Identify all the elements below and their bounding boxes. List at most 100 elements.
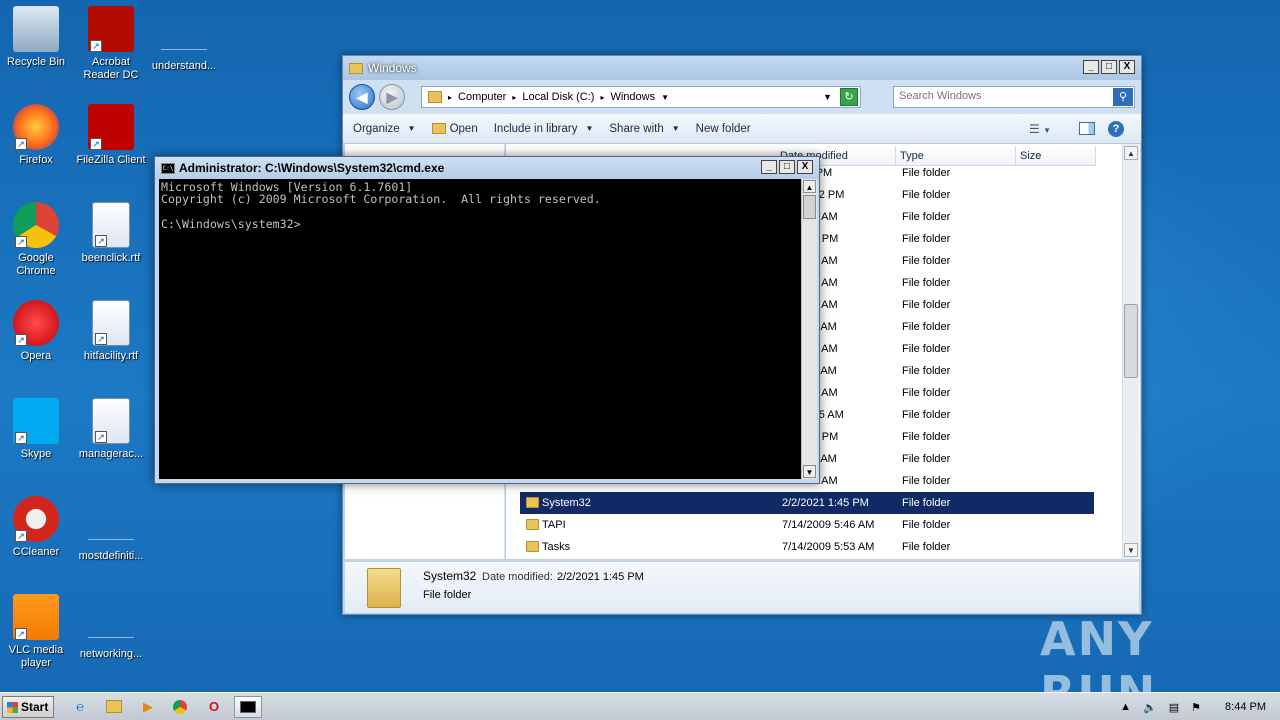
clock[interactable]: 8:44 PM xyxy=(1225,701,1266,713)
new-folder-button[interactable]: New folder xyxy=(696,123,751,135)
shortcut-arrow-icon: ↗ xyxy=(15,138,27,150)
shortcut-arrow-icon: ↗ xyxy=(95,235,107,247)
row-name: System32 xyxy=(542,497,591,509)
shortcut-arrow-icon: ↗ xyxy=(15,628,27,640)
flag-icon[interactable]: ⚑ xyxy=(1191,701,1201,714)
table-row[interactable]: System32 2/2/2021 1:45 PM File folder xyxy=(520,492,1094,514)
cmd-window[interactable]: C:\ Administrator: C:\Windows\System32\c… xyxy=(154,156,820,484)
view-options-icon[interactable]: ☰ ▼ xyxy=(1029,122,1051,136)
breadcrumb-local-disk[interactable]: Local Disk (C:) xyxy=(522,91,594,103)
minimize-button[interactable]: _ xyxy=(1083,60,1099,74)
cmd-taskbar-button[interactable] xyxy=(234,696,262,718)
word-doc-icon: ↗ xyxy=(92,300,130,346)
minimize-button[interactable]: _ xyxy=(761,160,777,174)
desktop-icon-vlc-media-player[interactable]: ↗ VLC media player xyxy=(0,594,72,670)
include-in-library-button[interactable]: Include in library ▼ xyxy=(494,123,594,135)
cmd-title: Administrator: C:\Windows\System32\cmd.e… xyxy=(179,161,445,175)
close-button[interactable]: X xyxy=(797,160,813,174)
speaker-icon[interactable]: 🔈 xyxy=(1143,701,1157,714)
cmd-titlebar[interactable]: C:\ Administrator: C:\Windows\System32\c… xyxy=(155,157,819,179)
desktop-icon-hitfacility-rtf[interactable]: ↗ hitfacility.rtf xyxy=(75,300,147,363)
desktop-icon-ccleaner[interactable]: ↗ CCleaner xyxy=(0,496,72,559)
share-with-label: Share with xyxy=(609,122,664,135)
desktop-icon-label: managerac... xyxy=(78,448,144,460)
opera-icon[interactable]: O xyxy=(200,696,228,718)
breadcrumb-windows[interactable]: Windows xyxy=(610,91,655,103)
chevron-up-icon[interactable]: ▲ xyxy=(1120,701,1131,713)
chevron-down-icon: ▼ xyxy=(671,124,680,133)
desktop-icon-beenclick-rtf[interactable]: ↗ beenclick.rtf xyxy=(75,202,147,265)
address-bar[interactable]: ▸ Computer ▸ Local Disk (C:) ▸ Windows ▼… xyxy=(421,86,861,108)
desktop-icon-firefox[interactable]: ↗ Firefox xyxy=(0,104,72,167)
chrome-icon[interactable] xyxy=(166,696,194,718)
folder-icon xyxy=(526,497,539,508)
shortcut-arrow-icon: ↗ xyxy=(15,236,27,248)
row-date: 7/14/2009 5:46 AM xyxy=(782,519,875,531)
organize-label: Organize xyxy=(353,122,400,135)
desktop-icon-managerac[interactable]: ↗ managerac... xyxy=(75,398,147,461)
windows-logo-icon xyxy=(7,702,18,713)
breadcrumb-computer[interactable]: Computer xyxy=(458,91,506,103)
network-icon[interactable]: ▤ xyxy=(1169,701,1179,714)
maximize-button[interactable]: □ xyxy=(779,160,795,174)
scroll-up-icon[interactable]: ▲ xyxy=(1124,146,1138,160)
back-button[interactable]: ◀ xyxy=(349,84,375,110)
scroll-down-icon[interactable]: ▼ xyxy=(803,465,816,478)
search-input[interactable] xyxy=(894,87,1108,105)
row-name: TAPI xyxy=(542,519,566,531)
details-pane: System32 Date modified: 2/2/2021 1:45 PM… xyxy=(345,561,1139,613)
table-row[interactable]: Tasks 7/14/2009 5:53 AM File folder xyxy=(520,536,1094,558)
help-icon[interactable]: ? xyxy=(1108,121,1124,137)
row-type: File folder xyxy=(902,299,951,311)
breadcrumb-dropdown-icon[interactable]: ▼ xyxy=(661,93,669,102)
desktop-icon-acrobat-reader-dc[interactable]: ↗ Acrobat Reader DC xyxy=(75,6,147,82)
desktop-icon-label: Opera xyxy=(20,350,52,362)
desktop-icon-google-chrome[interactable]: ↗ Google Chrome xyxy=(0,202,72,278)
scroll-down-icon[interactable]: ▼ xyxy=(1124,543,1138,557)
start-button[interactable]: Start xyxy=(2,696,54,718)
address-dropdown-icon[interactable]: ▼ xyxy=(823,92,832,102)
scroll-thumb[interactable] xyxy=(1124,304,1138,378)
system-tray: ▲ 🔈 ▤ ⚑ 8:44 PM xyxy=(1120,693,1280,720)
desktop-icon-filezilla-client[interactable]: ↗ FileZilla Client xyxy=(75,104,147,167)
forward-button[interactable]: ▶ xyxy=(379,84,405,110)
table-row[interactable]: TAPI 7/14/2009 5:46 AM File folder xyxy=(520,514,1094,536)
scroll-thumb[interactable] xyxy=(803,195,816,219)
cmd-scrollbar[interactable]: ▲ ▼ xyxy=(801,179,817,479)
preview-pane-icon[interactable] xyxy=(1079,122,1095,135)
explorer-titlebar[interactable]: Windows xyxy=(343,56,1141,80)
desktop-icon-skype[interactable]: ↗ Skype xyxy=(0,398,72,461)
console-line: Copyright (c) 2009 Microsoft Corporation… xyxy=(161,192,601,207)
blank-file-icon xyxy=(88,506,134,540)
search-icon[interactable]: ⚲ xyxy=(1113,88,1133,106)
refresh-icon[interactable]: ↻ xyxy=(840,88,858,106)
scroll-up-icon[interactable]: ▲ xyxy=(803,180,816,193)
ie-icon[interactable]: ℮ xyxy=(66,696,94,718)
row-type: File folder xyxy=(902,387,951,399)
media-player-icon[interactable]: ▶ xyxy=(134,696,162,718)
desktop-icon-label: CCleaner xyxy=(12,546,60,558)
desktop-icon-recycle-bin[interactable]: Recycle Bin xyxy=(0,6,72,69)
start-label: Start xyxy=(21,700,49,714)
open-button[interactable]: Open xyxy=(431,123,478,135)
filezilla-icon: ↗ xyxy=(88,104,134,150)
console-output[interactable]: Microsoft Windows [Version 6.1.7601] Copy… xyxy=(159,179,801,479)
explorer-icon[interactable] xyxy=(100,696,128,718)
file-list-scrollbar[interactable]: ▲ ▼ xyxy=(1122,144,1139,559)
organize-button[interactable]: Organize ▼ xyxy=(353,123,416,135)
desktop-icon-networking[interactable]: networking... xyxy=(75,594,147,661)
folder-icon xyxy=(526,541,539,552)
row-type: File folder xyxy=(902,409,951,421)
word-doc-icon: ↗ xyxy=(92,398,130,444)
word-doc-icon: ↗ xyxy=(92,202,130,248)
desktop-icon-understand[interactable]: understand... xyxy=(148,6,220,73)
shortcut-arrow-icon: ↗ xyxy=(15,530,27,542)
row-type: File folder xyxy=(902,321,951,333)
share-with-button[interactable]: Share with ▼ xyxy=(609,123,679,135)
maximize-button[interactable]: □ xyxy=(1101,60,1117,74)
search-box[interactable]: ⚲ xyxy=(893,86,1135,108)
desktop-icon-opera[interactable]: ↗ Opera xyxy=(0,300,72,363)
desktop-icon-mostdefiniti[interactable]: mostdefiniti... xyxy=(75,496,147,563)
row-date: 2/2/2021 1:45 PM xyxy=(782,497,869,509)
close-button[interactable]: X xyxy=(1119,60,1135,74)
